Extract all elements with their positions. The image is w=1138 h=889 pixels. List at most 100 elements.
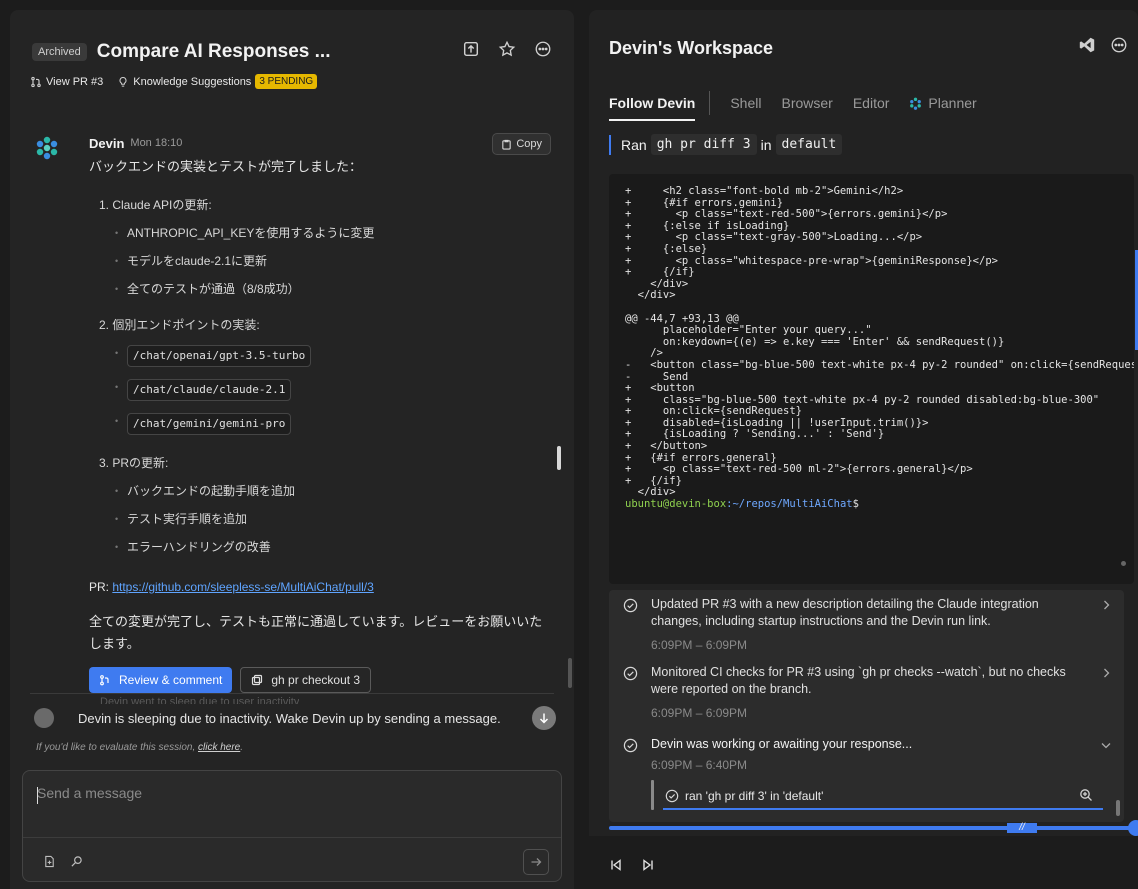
knowledge-label: Knowledge Suggestions xyxy=(133,75,252,88)
share-icon[interactable] xyxy=(462,40,480,58)
divider xyxy=(30,693,554,694)
activity-time: 6:09PM – 6:40PM xyxy=(651,758,748,772)
terminal-line: + <p class="text-red-500 ml-2">{errors.g… xyxy=(625,463,973,476)
more-icon[interactable] xyxy=(534,40,552,58)
list-item: /chat/gemini/gemini-pro xyxy=(99,413,551,435)
chat-scroll-thumb[interactable] xyxy=(568,658,572,688)
vscode-icon[interactable] xyxy=(1078,36,1096,54)
copy-icon xyxy=(251,674,263,686)
composer-divider xyxy=(23,837,561,838)
terminal-line: - Send xyxy=(625,370,689,383)
sub-activity-text: ran 'gh pr diff 3' in 'default' xyxy=(685,789,824,803)
sleep-indicator xyxy=(34,708,54,728)
skip-back-icon[interactable] xyxy=(609,858,623,872)
search-knowledge-icon[interactable] xyxy=(70,855,83,868)
timeline-gap-marker: // xyxy=(1007,823,1037,833)
eval-end: . xyxy=(240,742,244,753)
clipboard-icon xyxy=(501,139,512,150)
tab-browser[interactable]: Browser xyxy=(781,95,832,111)
eval-text: If you'd like to evaluate this session, xyxy=(36,742,198,753)
message-intro: バックエンドの実装とテストが完了しました： xyxy=(89,159,363,174)
sub-activity-row[interactable]: ran 'gh pr diff 3' in 'default' xyxy=(663,784,1103,810)
timeline-slider[interactable]: // xyxy=(609,820,1138,838)
section-pr-update: 3. PRの更新: バックエンドの起動手順を追加 テスト実行手順を追加 エラーハ… xyxy=(89,455,551,555)
faded-status-line: Devin went to sleep due to user inactivi… xyxy=(100,696,300,704)
view-pr-link[interactable]: View PR #3 xyxy=(30,76,103,88)
sleep-notice: Devin is sleeping due to inactivity. Wak… xyxy=(34,706,556,730)
message-author: Devin xyxy=(89,135,125,151)
list-item: テスト実行手順を追加 xyxy=(99,511,551,527)
section-endpoints: 2. 個別エンドポイントの実装: /chat/openai/gpt-3.5-tu… xyxy=(89,317,551,435)
list-item: バックエンドの起動手順を追加 xyxy=(99,483,551,499)
knowledge-suggestions-link[interactable]: Knowledge Suggestions 3 PENDING xyxy=(117,74,318,89)
skip-forward-icon[interactable] xyxy=(641,858,655,872)
checkout-command-button[interactable]: gh pr checkout 3 xyxy=(240,667,372,693)
chevron-right-icon[interactable] xyxy=(1099,598,1113,612)
check-circle-icon xyxy=(665,789,679,803)
ran-command-header: Ran gh pr diff 3 in default xyxy=(609,134,843,155)
review-icon xyxy=(99,674,111,686)
zoom-in-icon[interactable] xyxy=(1079,788,1093,802)
terminal-line: - <button class="bg-blue-500 text-white … xyxy=(625,358,1134,371)
section-claude-api: 1. Claude APIの更新: ANTHROPIC_API_KEYを使用する… xyxy=(89,197,551,297)
terminal-line: + {/if} xyxy=(625,474,682,487)
endpoint-code: /chat/gemini/gemini-pro xyxy=(127,413,292,435)
copy-button[interactable]: Copy xyxy=(492,133,551,155)
terminal-line: </div> xyxy=(625,277,689,290)
ran-in-word: in xyxy=(760,136,772,153)
session-title[interactable]: Compare AI Responses ... xyxy=(97,41,331,63)
list-item: モデルをclaude-2.1に更新 xyxy=(99,253,551,269)
tab-follow-devin[interactable]: Follow Devin xyxy=(609,95,696,121)
evaluate-link[interactable]: click here xyxy=(198,742,240,753)
timeline-knob[interactable] xyxy=(1128,820,1138,836)
scroll-down-icon[interactable] xyxy=(532,706,556,730)
list-item: 全てのテストが通過（8/8成功） xyxy=(99,281,551,297)
pr-link[interactable]: https://github.com/sleepless-se/MultiAiC… xyxy=(112,580,373,594)
checkout-label: gh pr checkout 3 xyxy=(271,673,361,687)
activity-text: Devin was working or awaiting your respo… xyxy=(651,737,913,751)
timeline-track xyxy=(609,826,1138,830)
workspace-title: Devin's Workspace xyxy=(609,38,774,58)
prompt-user: ubuntu@devin-box xyxy=(625,498,727,511)
tab-planner[interactable]: Planner xyxy=(909,95,977,111)
text-caret xyxy=(37,787,38,804)
tab-shell[interactable]: Shell xyxy=(730,95,761,111)
devin-avatar-icon xyxy=(32,135,62,165)
terminal-line: + </button> xyxy=(625,440,708,453)
session-subheader: View PR #3 Knowledge Suggestions 3 PENDI… xyxy=(30,74,331,89)
terminal-output[interactable]: + <h2 class="font-bold mb-2">Gemini</h2>… xyxy=(609,174,1134,584)
attach-file-icon[interactable] xyxy=(43,855,56,868)
chevron-down-icon[interactable] xyxy=(1099,738,1113,752)
pull-request-icon xyxy=(30,76,42,88)
prompt-end: $ xyxy=(852,498,859,511)
star-icon[interactable] xyxy=(498,40,516,58)
message-input[interactable] xyxy=(23,771,561,837)
terminal-lines: + <h2 class="font-bold mb-2">Gemini</h2>… xyxy=(625,185,1134,499)
archived-badge: Archived xyxy=(32,43,87,61)
check-circle-icon xyxy=(623,738,638,753)
chevron-right-icon[interactable] xyxy=(1099,666,1113,680)
activity-text: Monitored CI checks for PR #3 using `gh … xyxy=(651,665,1066,696)
prompt-path: :~/repos/MultiAiChat xyxy=(726,498,853,511)
chat-panel: Archived Compare AI Responses ... View P… xyxy=(10,10,574,889)
list-item: エラーハンドリングの改善 xyxy=(99,539,551,555)
activity-time: 6:09PM – 6:09PM xyxy=(651,706,748,720)
more-icon[interactable] xyxy=(1110,36,1128,54)
activity-time: 6:09PM – 6:09PM xyxy=(651,638,748,652)
tab-editor[interactable]: Editor xyxy=(853,95,890,111)
terminal-scroll-indicator xyxy=(1121,561,1126,566)
ran-accent-bar xyxy=(609,134,611,155)
copy-label: Copy xyxy=(516,138,542,150)
check-circle-icon xyxy=(623,666,638,681)
check-circle-icon xyxy=(623,598,638,613)
section-title: 1. Claude APIの更新: xyxy=(99,198,212,212)
pr-label: PR: xyxy=(89,580,113,594)
session-header: Archived Compare AI Responses ... xyxy=(32,40,331,64)
chat-scrollbar-handle[interactable] xyxy=(557,446,561,470)
activity-scrollbar[interactable] xyxy=(1116,800,1120,816)
send-button[interactable] xyxy=(523,849,549,875)
list-item: /chat/claude/claude-2.1 xyxy=(99,379,551,401)
review-comment-button[interactable]: Review & comment xyxy=(89,667,233,693)
message-actions: Review & comment gh pr checkout 3 xyxy=(89,667,551,693)
sub-activity[interactable]: ran 'gh pr diff 3' in 'default' xyxy=(651,780,1103,812)
